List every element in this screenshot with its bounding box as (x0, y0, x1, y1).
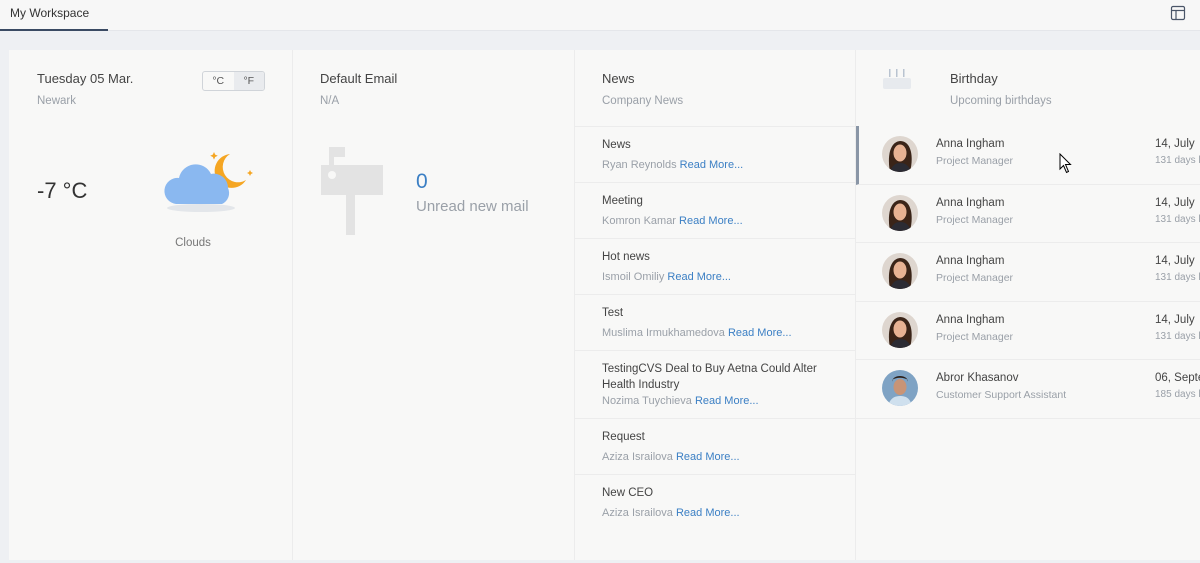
mailbox-icon (321, 147, 383, 235)
birthday-row[interactable]: Anna Ingham Project Manager 14, July 131… (856, 243, 1200, 302)
birthday-subtitle: Upcoming birthdays (950, 95, 1052, 107)
news-item-title: New CEO (602, 487, 654, 499)
person-role: Project Manager (936, 155, 1014, 167)
news-item-author: Komron Kamar (602, 215, 676, 227)
email-widget: Default Email N/A 0 Unread new mail (293, 50, 575, 560)
person-name: Anna Ingham (936, 255, 1005, 267)
news-list: News Ryan Reynolds Read More... Meeting … (575, 126, 856, 530)
news-item-author: Aziza Israilova (602, 451, 673, 463)
news-item-author: Muslima Irmukhamedova (602, 327, 725, 339)
days-until-birthday: 131 days l (1155, 213, 1200, 225)
avatar (882, 253, 918, 289)
temperature-value: -7 °C (37, 178, 88, 203)
tab-my-workspace[interactable]: My Workspace (0, 0, 108, 31)
days-until-birthday: 131 days l (1155, 272, 1200, 283)
person-role: Project Manager (936, 330, 1014, 343)
email-title: Default Email (320, 71, 398, 86)
read-more-link[interactable]: Read More... (679, 215, 743, 227)
person-role: Customer Support Assistant (936, 389, 1067, 401)
news-item-author: Ryan Reynolds (602, 159, 677, 171)
birthday-row[interactable]: Abror Khasanov Customer Support Assistan… (856, 360, 1200, 419)
news-item[interactable]: Test Muslima Irmukhamedova Read More... (575, 294, 856, 350)
temperature-unit-toggle: °C °F (202, 71, 265, 91)
news-subtitle: Company News (602, 95, 684, 107)
news-item-title: TestingCVS Deal to Buy Aetna Could Alter… (602, 363, 817, 391)
person-name: Anna Ingham (936, 138, 1005, 150)
birthday-date: 14, July (1155, 138, 1195, 150)
top-bar: My Workspace (0, 0, 1200, 31)
person-name: Anna Ingham (936, 313, 1005, 326)
cloud-moon-icon (164, 152, 253, 212)
email-address: N/A (320, 95, 340, 107)
news-item-title: Test (602, 307, 624, 319)
news-item[interactable]: Meeting Komron Kamar Read More... (575, 182, 856, 238)
person-role: Project Manager (936, 213, 1014, 226)
news-item[interactable]: Hot news Ismoil Omiliy Read More... (575, 238, 856, 294)
read-more-link[interactable]: Read More... (695, 395, 759, 407)
birthday-date: 14, July (1155, 196, 1195, 209)
news-item-author: Aziza Israilova (602, 507, 673, 519)
news-item-title: News (602, 139, 631, 151)
news-item[interactable]: News Ryan Reynolds Read More... (575, 126, 856, 182)
birthday-row[interactable]: Anna Ingham Project Manager 14, July 131… (856, 126, 1200, 185)
birthday-widget: Birthday Upcoming birthdays Anna Ingham … (856, 50, 1200, 560)
read-more-link[interactable]: Read More... (676, 507, 740, 519)
avatar (882, 370, 918, 406)
news-item-author: Ismoil Omiliy (602, 271, 665, 283)
read-more-link[interactable]: Read More... (667, 271, 731, 283)
dashboard-board: Tuesday 05 Mar. Newark °C °F -7 °C Cloud… (9, 50, 1200, 560)
unit-celsius-button[interactable]: °C (203, 72, 234, 90)
read-more-link[interactable]: Read More... (676, 451, 740, 463)
birthday-row[interactable]: Anna Ingham Project Manager 14, July 131… (856, 302, 1200, 360)
days-until-birthday: 185 days l (1155, 389, 1200, 400)
layout-icon[interactable] (1170, 5, 1186, 21)
read-more-link[interactable]: Read More... (680, 159, 744, 171)
days-until-birthday: 131 days l (1155, 330, 1200, 342)
avatar (882, 194, 918, 231)
birthday-date: 14, July (1155, 255, 1195, 267)
mouse-cursor-icon (1059, 153, 1072, 174)
unread-mail-label: Unread new mail (416, 198, 529, 215)
unit-fahrenheit-button[interactable]: °F (233, 72, 264, 90)
news-item[interactable]: Request Aziza Israilova Read More... (575, 418, 856, 474)
news-item-title: Hot news (602, 251, 650, 263)
avatar (882, 136, 918, 172)
read-more-link[interactable]: Read More... (728, 327, 792, 339)
person-role: Project Manager (936, 272, 1014, 284)
news-item-title: Request (602, 431, 645, 443)
news-item[interactable]: New CEO Aziza Israilova Read More... (575, 474, 856, 530)
birthday-row[interactable]: Anna Ingham Project Manager 14, July 131… (856, 185, 1200, 243)
days-until-birthday: 131 days l (1155, 155, 1200, 166)
news-title: News (602, 71, 635, 86)
unread-mail-count[interactable]: 0 (416, 170, 428, 194)
news-item-author: Nozima Tuychieva (602, 395, 692, 407)
news-item[interactable]: TestingCVS Deal to Buy Aetna Could Alter… (575, 350, 856, 418)
news-item-title: Meeting (602, 195, 643, 207)
person-name: Abror Khasanov (936, 372, 1019, 384)
birthday-date: 06, Septe (1155, 372, 1200, 384)
birthday-date: 14, July (1155, 313, 1195, 326)
birthday-list: Anna Ingham Project Manager 14, July 131… (856, 126, 1200, 419)
weather-widget: Tuesday 05 Mar. Newark °C °F -7 °C Cloud… (9, 50, 293, 560)
news-widget: News Company News News Ryan Reynolds Rea… (575, 50, 856, 560)
avatar (882, 311, 918, 348)
cake-icon (883, 69, 911, 89)
weather-city: Newark (37, 95, 76, 107)
person-name: Anna Ingham (936, 196, 1005, 209)
weather-date: Tuesday 05 Mar. (37, 71, 134, 86)
birthday-title: Birthday (950, 71, 998, 86)
